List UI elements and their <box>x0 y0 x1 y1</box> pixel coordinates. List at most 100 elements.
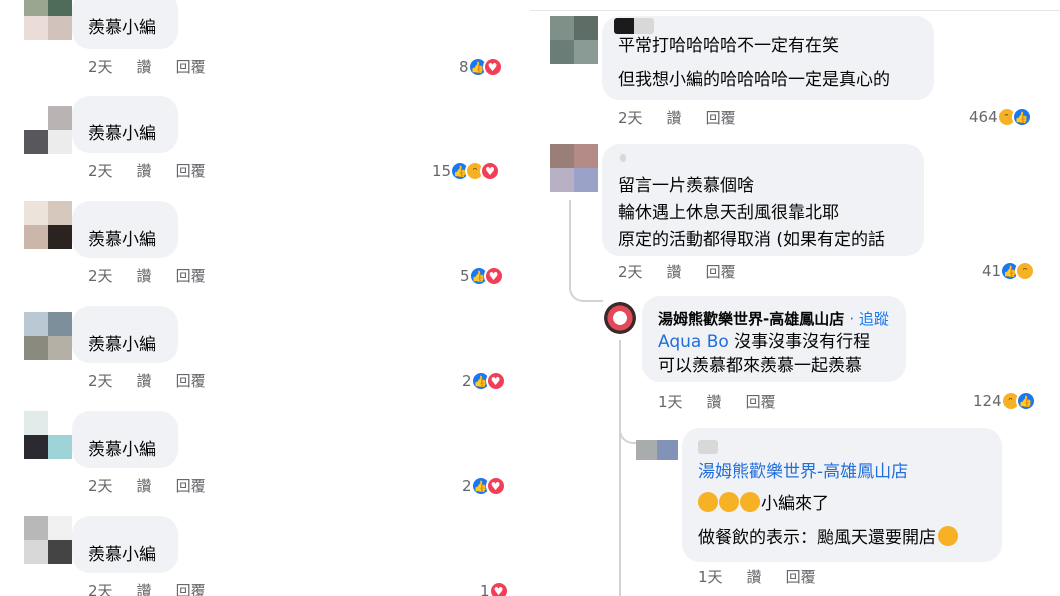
comment-meta: 2天 讚 回覆 <box>88 370 230 391</box>
comment-item: 羨慕小編 2天 讚 回覆 2 👍 ♥ <box>24 306 524 396</box>
comment-bubble: 湯姆熊歡樂世界-高雄鳳山店 · 追蹤 Aqua Bo 沒事沒事沒有行程 可以羨慕… <box>642 296 906 382</box>
mention-link[interactable]: Aqua Bo <box>658 332 729 352</box>
comment-text: 羨慕小編 <box>88 335 156 355</box>
reaction-summary[interactable]: 2 👍 ♥ <box>462 370 506 392</box>
reply-button[interactable]: 回覆 <box>176 267 206 285</box>
comment-time[interactable]: 2天 <box>88 477 113 495</box>
haha-icon: ᵔ <box>1015 261 1036 281</box>
comment-text-line: 可以羨慕都來羨慕一起羨慕 <box>658 356 862 376</box>
like-icon: 👍 <box>1011 107 1032 127</box>
rofl-emoji-icon <box>719 492 739 512</box>
avatar[interactable] <box>24 516 72 564</box>
reply-button[interactable]: 回覆 <box>706 263 736 281</box>
read-button[interactable]: 讚 <box>137 582 152 596</box>
page-avatar[interactable] <box>604 302 636 334</box>
author-name[interactable]: 湯姆熊歡樂世界-高雄鳳山店 · 追蹤 <box>658 308 889 329</box>
read-button[interactable]: 讚 <box>137 267 152 285</box>
comment-time[interactable]: 2天 <box>618 109 643 127</box>
avatar[interactable] <box>636 440 678 460</box>
comment-bubble: 羨慕小編 <box>72 201 178 258</box>
mention-link[interactable]: 湯姆熊歡樂世界-高雄鳳山店 <box>698 458 908 487</box>
reaction-count: 15 <box>432 162 452 180</box>
comment-meta: 2天 讚 回覆 <box>618 261 760 282</box>
reaction-summary[interactable]: 41 👍 ᵔ <box>982 260 1036 282</box>
comment-item: 羨慕小編 2天 讚 回覆 5 👍 ♥ <box>24 201 524 291</box>
comment-time[interactable]: 2天 <box>88 162 113 180</box>
read-button[interactable]: 讚 <box>137 162 152 180</box>
reply-button[interactable]: 回覆 <box>176 162 206 180</box>
comment-bubble: 羨慕小編 <box>72 306 178 363</box>
comment-meta: 2天 讚 回覆 <box>88 475 230 496</box>
reaction-summary[interactable]: 8 👍 ♥ <box>459 56 503 78</box>
avatar[interactable] <box>550 16 598 64</box>
comment-text-line: 小編來了 <box>698 490 829 519</box>
reply-button[interactable]: 回覆 <box>176 477 206 495</box>
follow-link[interactable]: · 追蹤 <box>849 310 889 328</box>
comment-text-line: 但我想小編的哈哈哈哈一定是真心的 <box>618 70 890 90</box>
right-comments-panel: 平常打哈哈哈哈不一定有在笑 但我想小編的哈哈哈哈一定是真心的 2天讚回覆 464… <box>530 0 1060 596</box>
reply-button[interactable]: 回覆 <box>176 582 206 596</box>
comment-text-line: 做餐飲的表示：颱風天還要開店 <box>698 524 959 553</box>
comment-time[interactable]: 2天 <box>88 267 113 285</box>
read-button[interactable]: 讚 <box>667 109 682 127</box>
rofl-emoji-icon <box>698 492 718 512</box>
love-icon: ♥ <box>480 161 501 181</box>
comment-bubble: 留言一片羨慕個啥 輪休遇上休息天刮風很靠北耶 原定的活動都得取消 (如果有定的話 <box>602 144 924 256</box>
reply-button[interactable]: 回覆 <box>786 568 816 586</box>
reaction-count: 464 <box>969 108 998 126</box>
reply-button[interactable]: 回覆 <box>746 393 776 411</box>
reply-button[interactable]: 回覆 <box>176 58 206 76</box>
avatar[interactable] <box>24 106 72 154</box>
left-comments-panel: 羨慕小編 2天讚回覆 8 👍 ♥ 羨慕小編 2天讚回覆 15 👍 ᵔ ♥ 羨慕小… <box>0 0 530 596</box>
avatar[interactable] <box>550 144 598 192</box>
avatar[interactable] <box>24 312 72 360</box>
comment-meta: 1天 讚 回覆 <box>658 391 800 412</box>
comment-bubble: 羨慕小編 <box>72 411 178 468</box>
reply-item: 湯姆熊歡樂世界-高雄鳳山店 · 追蹤 Aqua Bo 沒事沒事沒有行程 可以羨慕… <box>604 296 1060 416</box>
reply-item: 湯姆熊歡樂世界-高雄鳳山店 小編來了 做餐飲的表示：颱風天還要開店 1天 讚 回覆 <box>636 428 1060 596</box>
comment-meta: 2天 讚 回覆 <box>88 56 230 77</box>
love-icon: ♥ <box>488 581 509 596</box>
reaction-summary[interactable]: 124 ᵔ 👍 <box>973 390 1036 412</box>
love-icon: ♥ <box>482 57 503 77</box>
comment-time[interactable]: 1天 <box>658 393 683 411</box>
comment-time[interactable]: 2天 <box>88 582 113 596</box>
love-icon: ♥ <box>485 476 506 496</box>
comment-bubble: 羨慕小編 <box>72 516 178 573</box>
reaction-summary[interactable]: 15 👍 ᵔ ♥ <box>432 160 501 182</box>
read-button[interactable]: 讚 <box>137 372 152 390</box>
avatar[interactable] <box>24 0 72 40</box>
comment-time[interactable]: 2天 <box>88 372 113 390</box>
comment-text: 羨慕小編 <box>88 124 156 144</box>
comment-text: 羨慕小編 <box>88 230 156 250</box>
comment-text: 羨慕小編 <box>88 18 156 38</box>
reply-button[interactable]: 回覆 <box>706 109 736 127</box>
author-name[interactable] <box>620 154 626 162</box>
read-button[interactable]: 讚 <box>137 477 152 495</box>
comment-item: 平常打哈哈哈哈不一定有在笑 但我想小編的哈哈哈哈一定是真心的 2天 讚 回覆 464… <box>550 16 1060 136</box>
read-button[interactable]: 讚 <box>667 263 682 281</box>
comment-text-line: 平常打哈哈哈哈不一定有在笑 <box>618 36 839 56</box>
reaction-summary[interactable]: 1 ♥ <box>480 580 509 596</box>
read-button[interactable]: 讚 <box>137 58 152 76</box>
reply-button[interactable]: 回覆 <box>176 372 206 390</box>
comment-meta: 2天 讚 回覆 <box>88 580 230 596</box>
avatar[interactable] <box>24 411 72 459</box>
reaction-summary[interactable]: 5 👍 ♥ <box>460 265 504 287</box>
read-button[interactable]: 讚 <box>707 393 722 411</box>
comment-time[interactable]: 2天 <box>618 263 643 281</box>
reaction-summary[interactable]: 464 ᵔ 👍 <box>969 106 1032 128</box>
comment-item: 羨慕小編 2天 讚 回覆 1 ♥ <box>24 516 524 596</box>
author-name[interactable] <box>698 440 718 454</box>
read-button[interactable]: 讚 <box>747 568 762 586</box>
comment-meta: 2天 讚 回覆 <box>88 160 230 181</box>
comment-time[interactable]: 1天 <box>698 568 723 586</box>
comment-text-line: 輪休遇上休息天刮風很靠北耶 <box>618 203 839 223</box>
reaction-summary[interactable]: 2 👍 ♥ <box>462 475 506 497</box>
rofl-emoji-icon <box>740 492 760 512</box>
comment-item: 羨慕小編 2天 讚 回覆 8 👍 ♥ <box>24 0 524 82</box>
avatar[interactable] <box>24 201 72 249</box>
comment-item: 羨慕小編 2天 讚 回覆 2 👍 ♥ <box>24 411 524 501</box>
comment-time[interactable]: 2天 <box>88 58 113 76</box>
comment-bubble: 羨慕小編 <box>72 0 178 49</box>
